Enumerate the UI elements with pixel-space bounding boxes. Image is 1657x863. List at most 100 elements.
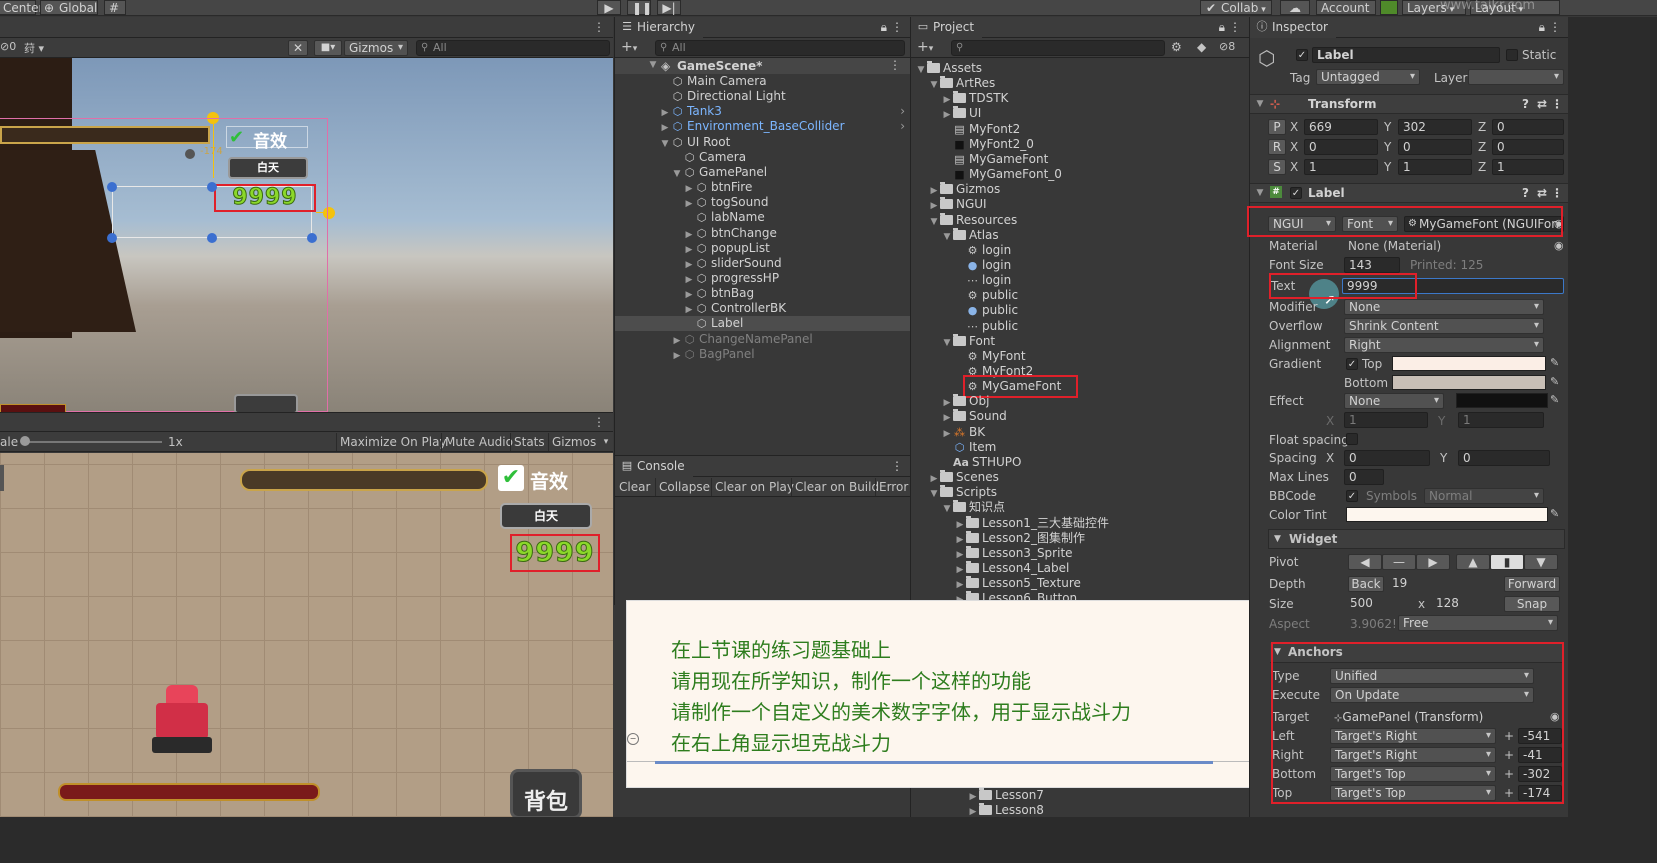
lock-icon[interactable]: 🔒︎ bbox=[881, 17, 887, 38]
error-pause-button[interactable]: Error P bbox=[875, 478, 911, 496]
scene-header[interactable]: ▼ ◈ GameScene* ⋮ bbox=[615, 58, 911, 74]
height-field[interactable]: 128 bbox=[1432, 596, 1498, 612]
gradient-checkbox[interactable]: ✓ bbox=[1346, 358, 1358, 370]
help-icon[interactable]: ? bbox=[1522, 95, 1529, 114]
game-gizmos-dropdown[interactable]: Gizmos ▾ bbox=[548, 433, 610, 451]
hidden-count[interactable]: ⊘0 bbox=[0, 40, 20, 53]
list-item[interactable]: ▶ Lesson8 bbox=[967, 803, 1044, 818]
symbols-dropdown[interactable]: Normal bbox=[1424, 488, 1544, 504]
pivot-middle-button[interactable]: ▮ bbox=[1490, 554, 1524, 570]
hierarchy-item[interactable]: ▶ ⬡ btnFire bbox=[615, 180, 911, 195]
maximize-on-play-toggle[interactable]: Maximize On Play bbox=[336, 433, 450, 451]
hierarchy-item[interactable]: ▶ ⬡ btnChange bbox=[615, 226, 911, 241]
tab-inspector[interactable]: ⓘ Inspector bbox=[1250, 17, 1336, 38]
bbcode-checkbox[interactable]: ✓ bbox=[1346, 490, 1358, 502]
transform-p-button[interactable]: P bbox=[1268, 119, 1286, 135]
draw-mode-dropdown[interactable]: 荮 ▾ bbox=[24, 40, 44, 56]
project-item[interactable]: Aa STHUPO bbox=[911, 455, 1249, 470]
hierarchy-item[interactable]: ▶ ⬡ BagPanel bbox=[615, 347, 911, 362]
effect-dropdown[interactable]: None bbox=[1344, 393, 1444, 409]
eyedropper-icon[interactable]: ✎ bbox=[1550, 356, 1559, 369]
filter-by-type-icon[interactable]: ⚙ bbox=[1171, 40, 1182, 54]
project-item[interactable]: ▼ Font bbox=[911, 333, 1249, 349]
project-item[interactable]: ⚙ login bbox=[911, 243, 1249, 258]
stats-toggle[interactable]: Stats bbox=[510, 433, 548, 451]
transform-s-y-field[interactable]: 1 bbox=[1398, 159, 1472, 175]
hierarchy-item[interactable]: ▼ ⬡ UI Root bbox=[615, 135, 911, 150]
tab-console[interactable]: ▤ Console bbox=[615, 456, 693, 477]
project-search-input[interactable]: ⚲ bbox=[951, 40, 1165, 56]
scene-viewport[interactable]: ✔ 音效 白天 -174 9999 bbox=[0, 58, 613, 412]
hierarchy-item[interactable]: ▶ ⬡ popupList bbox=[615, 241, 911, 256]
hierarchy-item[interactable]: ⬡ Main Camera bbox=[615, 74, 911, 89]
float-spacing-checkbox[interactable] bbox=[1346, 433, 1358, 445]
project-item[interactable]: ▶ Gizmos bbox=[911, 182, 1249, 197]
project-item[interactable]: ▼ Scripts bbox=[911, 485, 1249, 500]
pivot-left-button[interactable]: ◀ bbox=[1348, 554, 1382, 570]
cloud-button[interactable]: ☁ bbox=[1280, 0, 1310, 15]
gizmos-dropdown[interactable]: Gizmos bbox=[344, 40, 408, 56]
depth-back-button[interactable]: Back bbox=[1348, 576, 1384, 592]
project-item[interactable]: ▶ Lesson3_Sprite bbox=[911, 545, 1249, 561]
create-button[interactable]: +▾ bbox=[621, 39, 637, 55]
hierarchy-item[interactable]: ⬡ Camera bbox=[615, 150, 911, 165]
font-size-field[interactable]: 143 bbox=[1344, 257, 1400, 273]
pivot-center-button[interactable]: Center bbox=[0, 0, 43, 15]
project-item[interactable]: ⋯ public bbox=[911, 319, 1249, 334]
transform-p-z-field[interactable]: 0 bbox=[1492, 119, 1564, 135]
project-item[interactable]: ▶ UI bbox=[911, 106, 1249, 121]
project-item[interactable]: ▶ Lesson2_图集制作 bbox=[911, 530, 1249, 546]
more-options-icon[interactable]: ⋮ bbox=[889, 58, 901, 72]
scene-search-input[interactable]: ⚲ All bbox=[416, 40, 610, 56]
depth-forward-button[interactable]: Forward bbox=[1504, 576, 1560, 592]
transform-p-y-field[interactable]: 302 bbox=[1398, 119, 1472, 135]
scale-slider-thumb[interactable] bbox=[20, 436, 30, 446]
account-button[interactable]: Account bbox=[1316, 0, 1376, 15]
scale-slider[interactable] bbox=[22, 441, 162, 443]
filter-by-label-icon[interactable]: ◆ bbox=[1197, 40, 1206, 54]
spacing-x-field[interactable]: 0 bbox=[1344, 450, 1430, 466]
hierarchy-item[interactable]: ⬡ labName bbox=[615, 210, 911, 225]
object-picker-icon[interactable]: ◉ bbox=[1554, 239, 1564, 252]
create-button[interactable]: +▾ bbox=[917, 39, 933, 55]
chevron-right-icon[interactable]: › bbox=[900, 119, 905, 134]
tab-hierarchy[interactable]: ☰ Hierarchy bbox=[615, 17, 704, 38]
project-item[interactable]: ● login bbox=[911, 258, 1249, 273]
transform-s-z-field[interactable]: 1 bbox=[1492, 159, 1564, 175]
project-item[interactable]: ⚙ MyGameFont bbox=[911, 379, 1249, 394]
lock-icon[interactable]: 🔒︎ bbox=[1539, 17, 1545, 38]
project-item[interactable]: ▶ TDSTK bbox=[911, 91, 1249, 106]
pause-button[interactable]: ❚❚ bbox=[627, 0, 652, 15]
expand-arrow-icon[interactable]: ▶ bbox=[671, 349, 683, 364]
project-item[interactable]: ▼ 知识点 bbox=[911, 500, 1249, 515]
label-enabled-checkbox[interactable]: ✓ bbox=[1290, 187, 1302, 199]
more-options-icon[interactable]: ⋮ bbox=[1551, 95, 1563, 114]
color-tint-swatch[interactable] bbox=[1346, 507, 1548, 522]
hierarchy-item[interactable]: ▶ ⬡ ControllerBK bbox=[615, 301, 911, 316]
hierarchy-item[interactable]: ▶ ⬡ btnBag bbox=[615, 286, 911, 301]
hidden-packages-toggle[interactable]: ⊘8 bbox=[1219, 40, 1235, 53]
more-options-icon[interactable]: ⋮ bbox=[891, 17, 903, 38]
overflow-dropdown[interactable]: Shrink Content bbox=[1344, 318, 1544, 334]
hierarchy-search-input[interactable]: ⚲ All bbox=[655, 40, 905, 56]
project-item[interactable]: ▼ Assets bbox=[911, 61, 1249, 76]
hierarchy-item[interactable]: ▶ ⬡ Tank3 › bbox=[615, 104, 911, 119]
tools-icon[interactable]: ✕ bbox=[288, 40, 308, 56]
transform-header[interactable]: ▼ ⊹ Transform ? ⇄ ⋮ bbox=[1250, 94, 1569, 114]
eyedropper-icon[interactable]: ✎ bbox=[1550, 375, 1559, 388]
alignment-dropdown[interactable]: Right bbox=[1344, 337, 1544, 353]
clear-on-play-button[interactable]: Clear on Play bbox=[711, 478, 794, 496]
aspect-mode-dropdown[interactable]: Free bbox=[1398, 615, 1558, 631]
project-item[interactable]: ⚙ MyFont bbox=[911, 349, 1249, 364]
project-item[interactable]: ■ MyFont2_0 bbox=[911, 137, 1249, 152]
project-item[interactable]: ▶ NGUI bbox=[911, 197, 1249, 212]
pivot-right-button[interactable]: ▶ bbox=[1416, 554, 1450, 570]
chevron-right-icon[interactable]: › bbox=[900, 104, 905, 119]
transform-r-x-field[interactable]: 0 bbox=[1304, 139, 1378, 155]
gradient-top-color[interactable] bbox=[1392, 356, 1546, 371]
step-button[interactable]: ▶| bbox=[657, 0, 681, 15]
label-component-header[interactable]: ▼ # ✓ Label ? ⇄ ⋮ bbox=[1250, 183, 1569, 203]
hierarchy-item[interactable]: ▶ ⬡ Environment_BaseCollider › bbox=[615, 119, 911, 134]
tab-project[interactable]: ▭ Project bbox=[911, 17, 983, 38]
grid-snap-button[interactable]: # bbox=[104, 0, 126, 15]
